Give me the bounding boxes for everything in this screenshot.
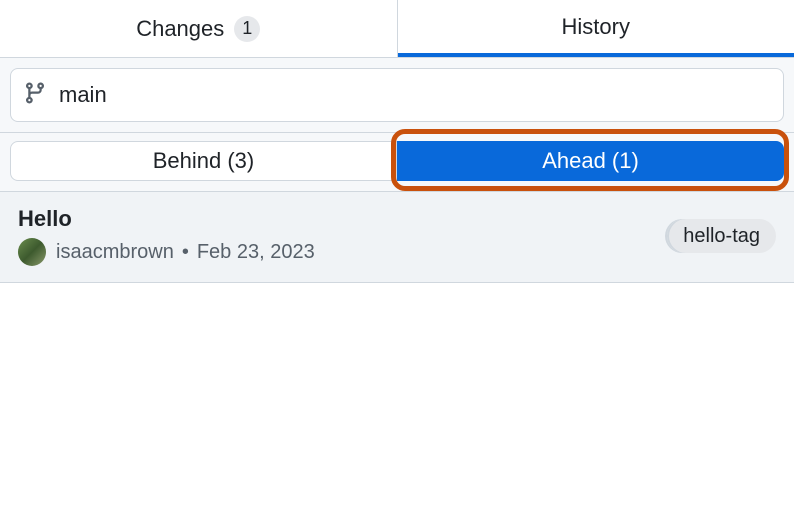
tab-history[interactable]: History: [398, 0, 794, 57]
changes-count-badge: 1: [234, 16, 260, 42]
tab-history-label: History: [562, 14, 630, 40]
tab-changes[interactable]: Changes 1: [0, 0, 398, 57]
commit-meta: isaacmbrown • Feb 23, 2023: [18, 238, 667, 266]
branch-input[interactable]: [59, 82, 771, 108]
branch-selector[interactable]: [10, 68, 784, 122]
segment-ahead[interactable]: Ahead (1): [397, 141, 784, 181]
segment-ahead-label: Ahead (1): [542, 148, 639, 174]
commit-tag[interactable]: hello-tag: [667, 219, 776, 253]
git-branch-icon: [23, 81, 47, 110]
tag-badge-group: hello-tag: [667, 225, 776, 248]
commit-author: isaacmbrown: [56, 241, 174, 264]
avatar: [18, 238, 46, 266]
branch-bar: [0, 58, 794, 133]
ahead-behind-segments: Behind (3) Ahead (1): [0, 133, 794, 192]
commit-title: Hello: [18, 206, 667, 232]
tab-bar: Changes 1 History: [0, 0, 794, 58]
commit-info: Hello isaacmbrown • Feb 23, 2023: [18, 206, 667, 266]
meta-separator: •: [182, 241, 189, 264]
tab-changes-label: Changes: [136, 16, 224, 42]
commit-item[interactable]: Hello isaacmbrown • Feb 23, 2023 hello-t…: [0, 192, 794, 283]
segment-behind-label: Behind (3): [153, 148, 255, 174]
commit-date: Feb 23, 2023: [197, 241, 315, 264]
segment-behind[interactable]: Behind (3): [10, 141, 397, 181]
